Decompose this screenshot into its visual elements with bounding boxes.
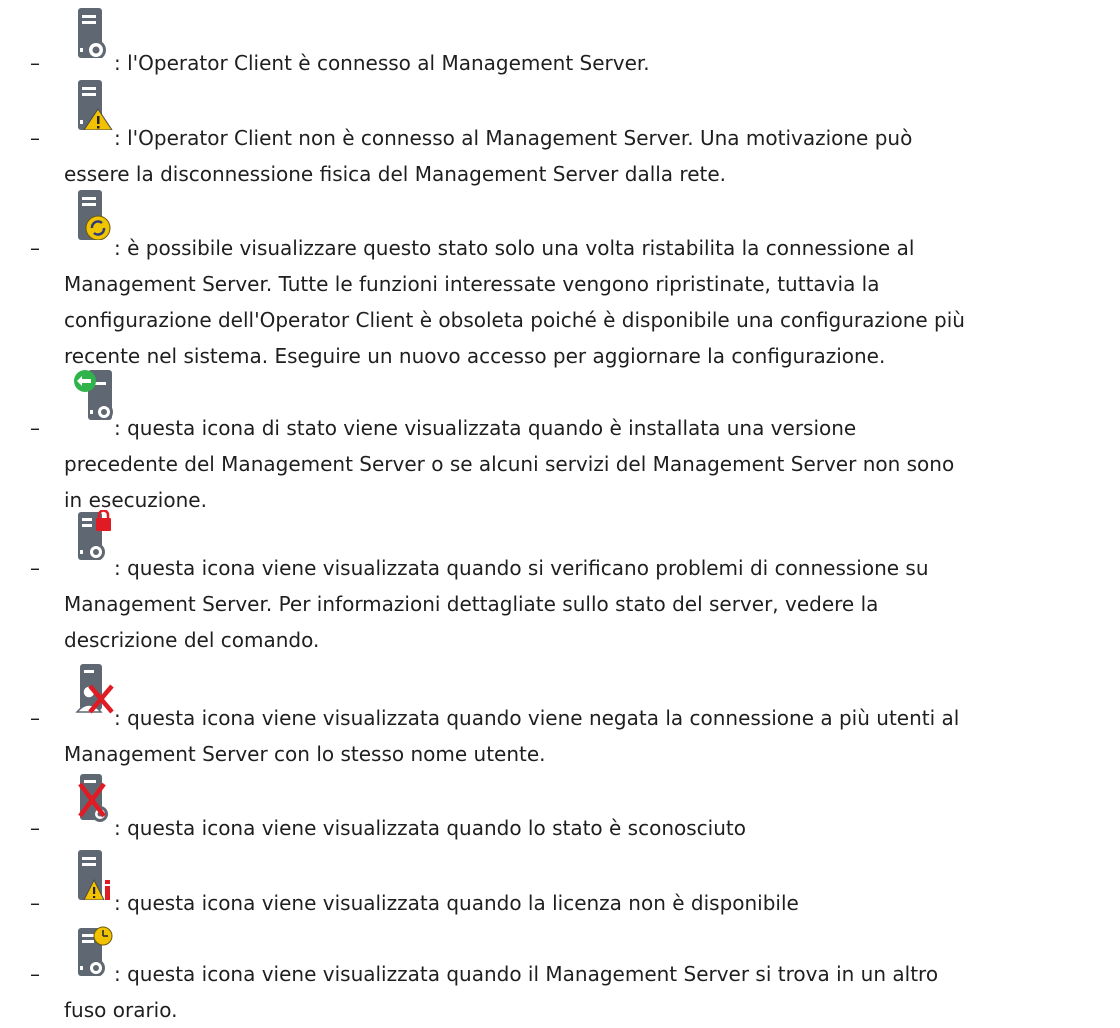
item-description: : questa icona di stato viene visualizza… bbox=[64, 416, 955, 512]
item-description: : questa icona viene visualizzata quando… bbox=[114, 891, 799, 915]
list-bullet: – bbox=[30, 556, 40, 580]
item-description: : questa icona viene visualizzata quando… bbox=[114, 816, 746, 840]
list-item: – : l'Operator Client è connesso al Mana… bbox=[0, 0, 1120, 80]
item-description: : è possibile visualizzare questo stato … bbox=[64, 236, 965, 368]
list-bullet: – bbox=[30, 706, 40, 730]
list-item: – : questa icona viene visualizzata quan… bbox=[0, 926, 1120, 1022]
list-item: – : questa icona viene visualizzata quan… bbox=[0, 850, 1120, 926]
list-item: – : questa icona viene visualizzata quan… bbox=[0, 510, 1120, 660]
item-description: : l'Operator Client non è connesso al Ma… bbox=[64, 126, 913, 186]
list-bullet: – bbox=[30, 816, 40, 840]
list-item: – : questa icona viene visualizzata quan… bbox=[0, 660, 1120, 770]
list-bullet: – bbox=[30, 51, 40, 75]
list-item: – : questa icona viene visualizzata quan… bbox=[0, 770, 1120, 850]
list-bullet: – bbox=[30, 962, 40, 986]
item-description: : questa icona viene visualizzata quando… bbox=[64, 706, 960, 766]
list-item: – : è possibile visualizzare questo stat… bbox=[0, 190, 1120, 370]
list-item: – : l'Operator Client non è connesso al … bbox=[0, 80, 1120, 190]
item-description: : questa icona viene visualizzata quando… bbox=[64, 962, 939, 1022]
item-description: : l'Operator Client è connesso al Manage… bbox=[114, 51, 650, 75]
item-description: : questa icona viene visualizzata quando… bbox=[64, 556, 929, 652]
list-bullet: – bbox=[30, 416, 40, 440]
list-bullet: – bbox=[30, 126, 40, 150]
list-bullet: – bbox=[30, 236, 40, 260]
list-bullet: – bbox=[30, 891, 40, 915]
list-item: – : questa icona di stato viene visualiz… bbox=[0, 370, 1120, 512]
